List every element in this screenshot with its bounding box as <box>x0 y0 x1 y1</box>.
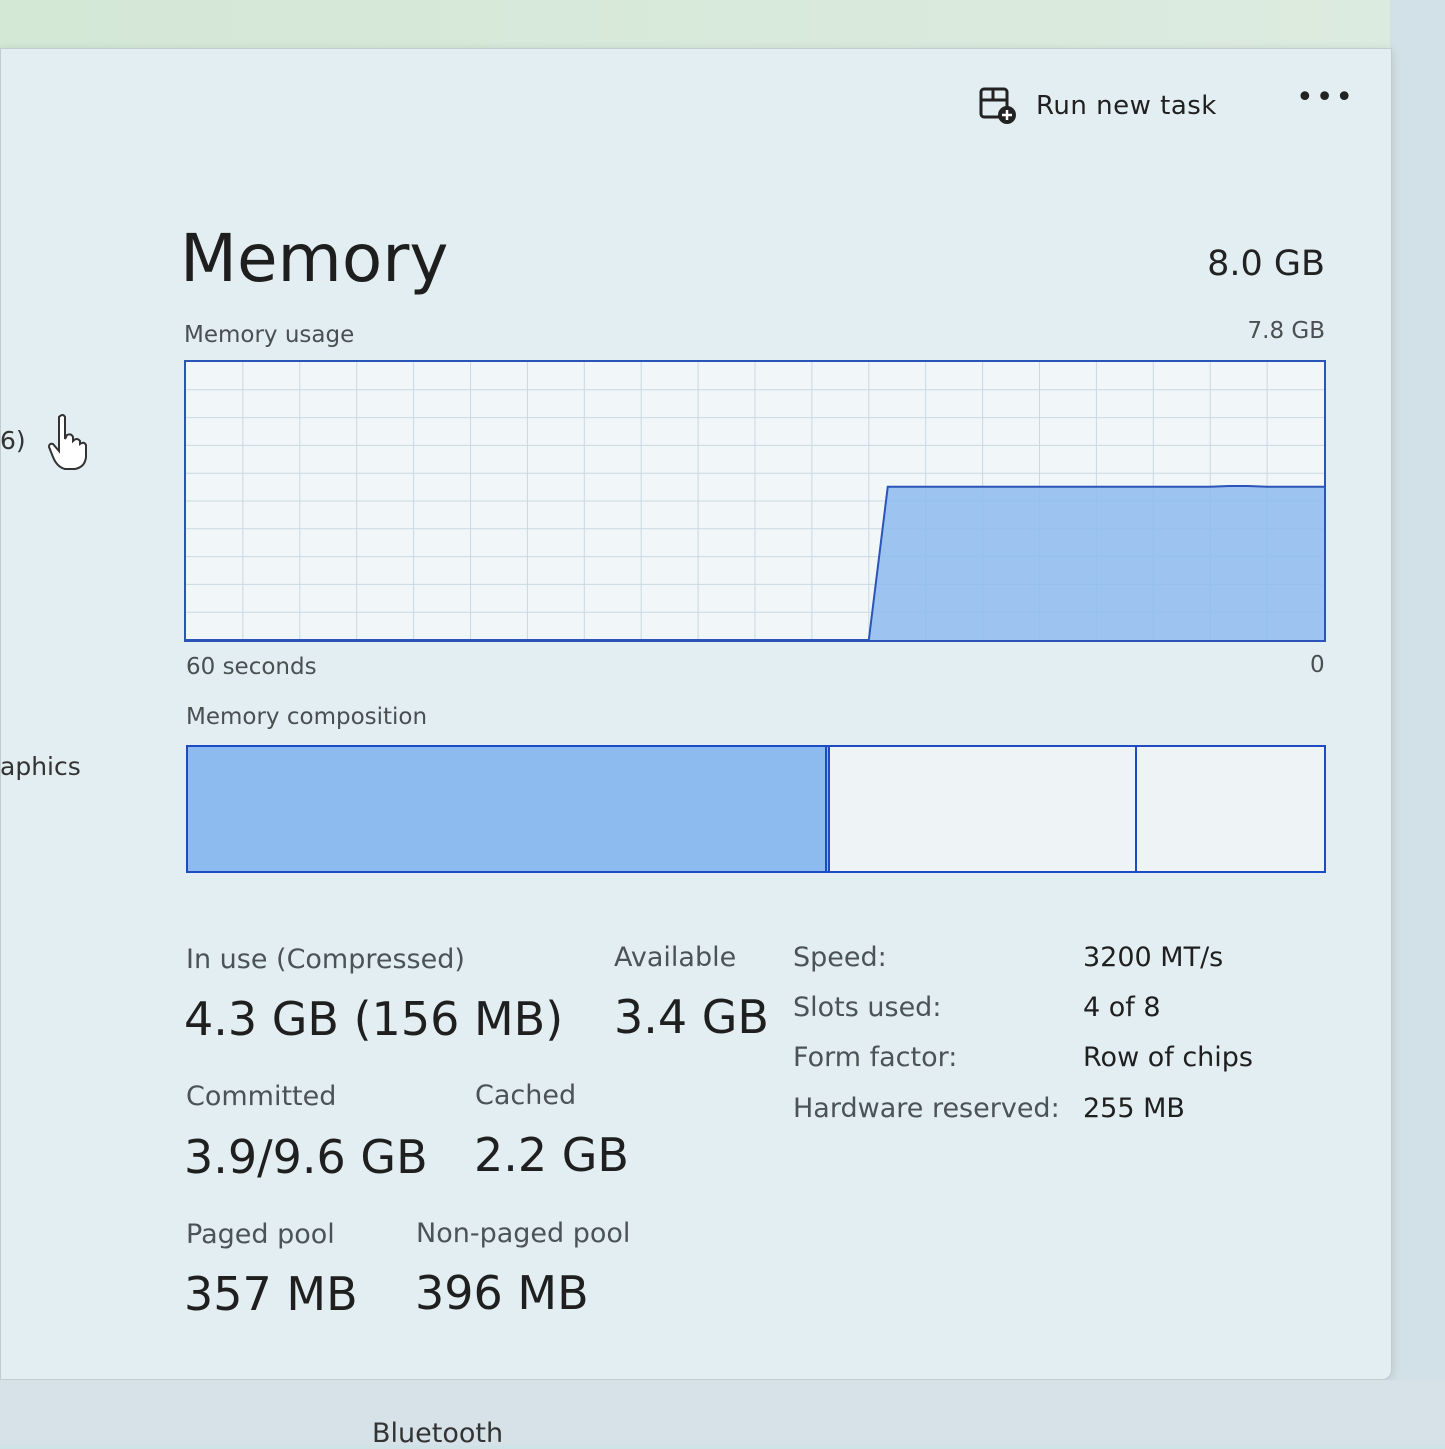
cached-value: 2.2 GB <box>474 1128 629 1182</box>
form-factor-label: Form factor: <box>793 1042 958 1073</box>
run-new-task-button[interactable]: Run new task <box>978 86 1217 126</box>
memory-usage-max: 7.8 GB <box>1247 318 1326 344</box>
memory-total: 8.0 GB <box>1207 244 1325 284</box>
speed-value: 3200 MT/s <box>1083 942 1224 973</box>
nonpaged-pool-label: Non-paged pool <box>416 1218 631 1249</box>
memory-usage-label: Memory usage <box>184 322 355 348</box>
memory-usage-graph <box>184 360 1326 642</box>
more-options-button[interactable]: ••• <box>1296 83 1353 122</box>
paged-pool-label: Paged pool <box>186 1219 335 1250</box>
run-task-icon <box>979 87 1016 124</box>
sidebar-item-gpu-partial[interactable]: aphics <box>0 752 81 781</box>
memory-composition-bar <box>186 745 1326 873</box>
cached-label: Cached <box>475 1080 577 1111</box>
available-value: 3.4 GB <box>614 990 769 1044</box>
adjacent-window-edge <box>1390 0 1445 1380</box>
graph-time-right: 0 <box>1310 652 1325 678</box>
composition-in-use-segment[interactable] <box>188 747 830 871</box>
committed-value: 3.9/9.6 GB <box>184 1130 428 1184</box>
run-new-task-label: Run new task <box>1036 91 1217 121</box>
in-use-label: In use (Compressed) <box>186 944 465 975</box>
bluetooth-label[interactable]: Bluetooth <box>372 1418 503 1449</box>
graph-time-left: 60 seconds <box>186 654 317 680</box>
speed-label: Speed: <box>793 942 887 973</box>
slots-used-value: 4 of 8 <box>1083 992 1161 1023</box>
nonpaged-pool-value: 396 MB <box>415 1266 589 1320</box>
title-bar <box>0 0 1390 48</box>
form-factor-value: Row of chips <box>1083 1042 1254 1073</box>
hand-cursor-icon <box>47 414 87 470</box>
available-label: Available <box>614 942 737 973</box>
composition-standby-segment[interactable] <box>830 747 1137 871</box>
hardware-reserved-label: Hardware reserved: <box>793 1093 1060 1124</box>
hardware-reserved-value: 255 MB <box>1083 1093 1185 1124</box>
paged-pool-value: 357 MB <box>184 1267 358 1321</box>
bottom-window-strip <box>0 1380 1445 1445</box>
sidebar-item-partial[interactable]: 6) <box>0 426 26 455</box>
slots-used-label: Slots used: <box>793 992 942 1023</box>
composition-free-segment[interactable] <box>1137 747 1324 871</box>
page-title: Memory <box>180 220 449 297</box>
memory-composition-label: Memory composition <box>186 704 428 730</box>
in-use-value: 4.3 GB (156 MB) <box>184 992 564 1046</box>
memory-usage-chart <box>186 362 1324 640</box>
committed-label: Committed <box>186 1081 337 1112</box>
